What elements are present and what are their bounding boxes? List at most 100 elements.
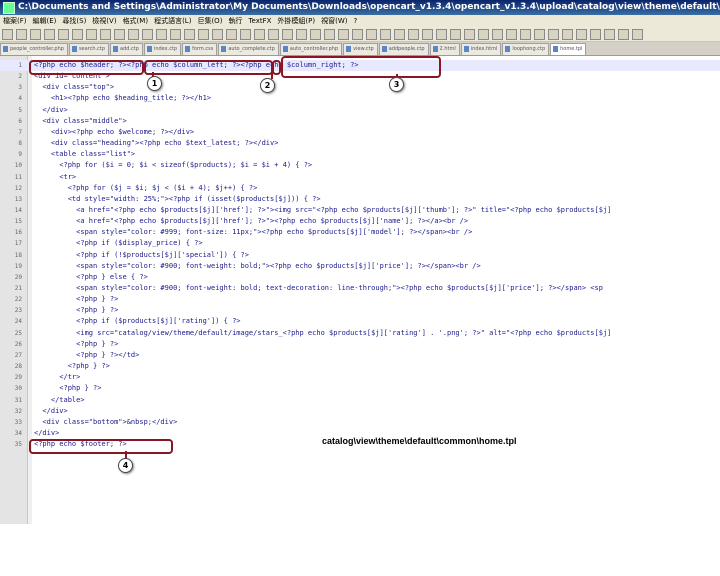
toolbar-button-icon[interactable] bbox=[450, 29, 461, 40]
toolbar-button-icon[interactable] bbox=[30, 29, 41, 40]
toolbar-button-icon[interactable] bbox=[282, 29, 293, 40]
tab-form-css[interactable]: form.css bbox=[182, 43, 218, 55]
toolbar-button-icon[interactable] bbox=[576, 29, 587, 40]
tab-add-ctp[interactable]: add.ctp bbox=[110, 43, 143, 55]
toolbar-button-icon[interactable] bbox=[464, 29, 475, 40]
toolbar-button-icon[interactable] bbox=[114, 29, 125, 40]
toolbar-button-icon[interactable] bbox=[394, 29, 405, 40]
tab-index-html[interactable]: index.html bbox=[460, 43, 502, 55]
toolbar-button-icon[interactable] bbox=[632, 29, 643, 40]
code-line[interactable]: 7 <div><?php echo $welcome; ?></div> bbox=[0, 127, 720, 138]
toolbar-button-icon[interactable] bbox=[128, 29, 139, 40]
code-line[interactable]: 31 </table> bbox=[0, 395, 720, 406]
toolbar-button-icon[interactable] bbox=[44, 29, 55, 40]
tab-2-html[interactable]: 2.html bbox=[429, 43, 460, 55]
tab-addpeople-ctp[interactable]: addpeople.ctp bbox=[378, 43, 429, 55]
code-line[interactable]: 13 <td style="width: 25%;"><?php if (iss… bbox=[0, 194, 720, 205]
code-line[interactable]: 26 <?php } ?> bbox=[0, 339, 720, 350]
code-line[interactable]: 33 <div class="bottom">&nbsp;</div> bbox=[0, 417, 720, 428]
code-line[interactable]: 17 <?php if ($display_price) { ?> bbox=[0, 238, 720, 249]
toolbar-button-icon[interactable] bbox=[534, 29, 545, 40]
toolbar-button-icon[interactable] bbox=[492, 29, 503, 40]
menu-item[interactable]: ? bbox=[351, 17, 361, 25]
menu-item[interactable]: 檔案(F) bbox=[0, 17, 30, 25]
toolbar-button-icon[interactable] bbox=[170, 29, 181, 40]
code-line[interactable]: 30 <?php } ?> bbox=[0, 383, 720, 394]
toolbar-button-icon[interactable] bbox=[86, 29, 97, 40]
toolbar-button-icon[interactable] bbox=[408, 29, 419, 40]
toolbar-button-icon[interactable] bbox=[198, 29, 209, 40]
code-line[interactable]: 18 <?php if (!$products[$j]['special']) … bbox=[0, 250, 720, 261]
tab-search-ctp[interactable]: search.ctp bbox=[68, 43, 110, 55]
code-line[interactable]: 11 <tr> bbox=[0, 172, 720, 183]
code-line[interactable]: 14 <a href="<?php echo $products[$j]['hr… bbox=[0, 205, 720, 216]
toolbar-button-icon[interactable] bbox=[604, 29, 615, 40]
toolbar-button-icon[interactable] bbox=[366, 29, 377, 40]
code-line[interactable]: 9 <table class="list"> bbox=[0, 149, 720, 160]
code-line[interactable]: 15 <a href="<?php echo $products[$j]['hr… bbox=[0, 216, 720, 227]
code-line[interactable]: 27 <?php } ?></td> bbox=[0, 350, 720, 361]
toolbar-button-icon[interactable] bbox=[226, 29, 237, 40]
toolbar-button-icon[interactable] bbox=[352, 29, 363, 40]
menu-item[interactable]: 程式語言(L) bbox=[151, 17, 194, 25]
toolbar-button-icon[interactable] bbox=[254, 29, 265, 40]
code-line[interactable]: 19 <span style="color: #900; font-weight… bbox=[0, 261, 720, 272]
toolbar-button-icon[interactable] bbox=[100, 29, 111, 40]
toolbar-button-icon[interactable] bbox=[338, 29, 349, 40]
menu-item[interactable]: 執行 bbox=[225, 17, 245, 25]
code-line[interactable]: 3 <div class="top"> bbox=[0, 82, 720, 93]
code-line[interactable]: 21 <span style="color: #900; font-weight… bbox=[0, 283, 720, 294]
toolbar-button-icon[interactable] bbox=[590, 29, 601, 40]
toolbar-button-icon[interactable] bbox=[422, 29, 433, 40]
toolbar-button-icon[interactable] bbox=[156, 29, 167, 40]
tab-loophong-ctp[interactable]: loophong.ctp bbox=[502, 43, 550, 55]
tab-auto-complete-ctp[interactable]: auto_complete.ctp bbox=[218, 43, 279, 55]
code-line[interactable]: 22 <?php } ?> bbox=[0, 294, 720, 305]
tab-people-controller-php[interactable]: people_controller.php bbox=[0, 43, 68, 55]
code-line[interactable]: 4 <h1><?php echo $heading_title; ?></h1> bbox=[0, 93, 720, 104]
menu-item[interactable]: 視窗(W) bbox=[318, 17, 350, 25]
code-line[interactable]: 10 <?php for ($i = 0; $i < sizeof($produ… bbox=[0, 160, 720, 171]
toolbar-button-icon[interactable] bbox=[58, 29, 69, 40]
code-line[interactable]: 23 <?php } ?> bbox=[0, 305, 720, 316]
code-line[interactable]: 8 <div class="heading"><?php echo $text_… bbox=[0, 138, 720, 149]
toolbar-button-icon[interactable] bbox=[478, 29, 489, 40]
toolbar-button-icon[interactable] bbox=[296, 29, 307, 40]
tab-auto-controller-php[interactable]: auto_controller.php bbox=[279, 43, 343, 55]
menu-item[interactable]: 編輯(E) bbox=[30, 17, 60, 25]
toolbar-button-icon[interactable] bbox=[506, 29, 517, 40]
code-line[interactable]: 25 <img src="catalog/view/theme/default/… bbox=[0, 328, 720, 339]
code-line[interactable]: 28 <?php } ?> bbox=[0, 361, 720, 372]
toolbar-button-icon[interactable] bbox=[618, 29, 629, 40]
toolbar-button-icon[interactable] bbox=[72, 29, 83, 40]
toolbar-button-icon[interactable] bbox=[380, 29, 391, 40]
menu-item[interactable]: TextFX bbox=[245, 17, 274, 25]
toolbar-button-icon[interactable] bbox=[240, 29, 251, 40]
code-line[interactable]: 12 <?php for ($j = $i; $j < ($i + 4); $j… bbox=[0, 183, 720, 194]
toolbar-button-icon[interactable] bbox=[520, 29, 531, 40]
tab-view-ctp[interactable]: view.ctp bbox=[343, 43, 378, 55]
code-line[interactable]: 5 </div> bbox=[0, 105, 720, 116]
toolbar-button-icon[interactable] bbox=[268, 29, 279, 40]
code-line[interactable]: 6 <div class="middle"> bbox=[0, 116, 720, 127]
menu-item[interactable]: 格式(M) bbox=[120, 17, 152, 25]
code-line[interactable]: 16 <span style="color: #999; font-size: … bbox=[0, 227, 720, 238]
toolbar-button-icon[interactable] bbox=[548, 29, 559, 40]
tab-index-ctp[interactable]: index.ctp bbox=[143, 43, 182, 55]
toolbar-button-icon[interactable] bbox=[436, 29, 447, 40]
toolbar-button-icon[interactable] bbox=[324, 29, 335, 40]
menu-item[interactable]: 外掛模組(P) bbox=[274, 17, 318, 25]
code-line[interactable]: 20 <?php } else { ?> bbox=[0, 272, 720, 283]
toolbar-button-icon[interactable] bbox=[16, 29, 27, 40]
code-line[interactable]: 29 </tr> bbox=[0, 372, 720, 383]
toolbar-button-icon[interactable] bbox=[562, 29, 573, 40]
menu-item[interactable]: 巨集(O) bbox=[194, 17, 225, 25]
code-line[interactable]: 32 </div> bbox=[0, 406, 720, 417]
toolbar-button-icon[interactable] bbox=[184, 29, 195, 40]
toolbar-button-icon[interactable] bbox=[2, 29, 13, 40]
tab-home-tpl[interactable]: home.tpl bbox=[550, 43, 587, 55]
menu-item[interactable]: 尋找(S) bbox=[59, 17, 89, 25]
menu-item[interactable]: 檢視(V) bbox=[89, 17, 119, 25]
toolbar-button-icon[interactable] bbox=[142, 29, 153, 40]
toolbar-button-icon[interactable] bbox=[212, 29, 223, 40]
